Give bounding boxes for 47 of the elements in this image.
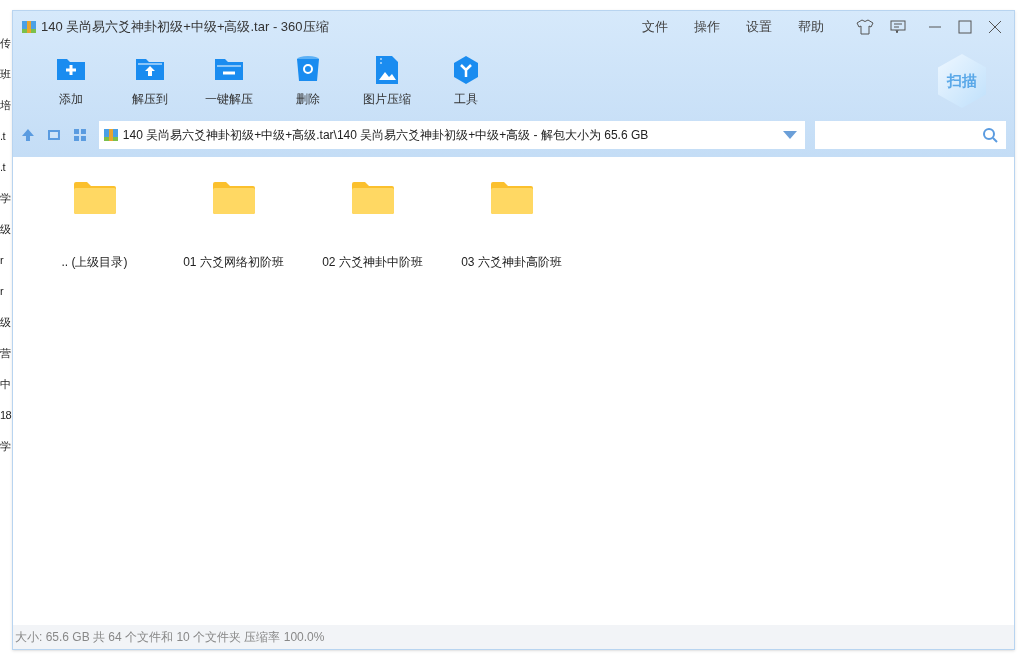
background-text: 级 xyxy=(0,222,12,237)
folder-item[interactable]: 01 六爻网络初阶班 xyxy=(164,181,303,271)
background-text: 18 xyxy=(0,408,12,423)
dropdown-caret-icon[interactable] xyxy=(782,131,797,139)
background-text: 培 xyxy=(0,98,12,113)
folder-item[interactable]: 02 六爻神卦中阶班 xyxy=(303,181,442,271)
folder-item[interactable]: 03 六爻神卦高阶班 xyxy=(442,181,581,271)
background-text: .t xyxy=(0,129,7,144)
menu-item[interactable]: 帮助 xyxy=(798,17,824,37)
background-text: 营 xyxy=(0,346,12,361)
background-text: 班 xyxy=(0,67,12,82)
up-arrow-icon[interactable] xyxy=(21,128,35,142)
background-text: 学 xyxy=(0,191,12,206)
status-bar: 大小: 65.6 GB 共 64 个文件和 10 个文件夹 压缩率 100.0% xyxy=(13,625,1014,649)
close-icon[interactable] xyxy=(988,20,1002,34)
folder-icon xyxy=(489,181,534,215)
folder-icon xyxy=(72,181,117,215)
toolbar-button[interactable]: 工具 xyxy=(426,54,505,108)
detail-view-icon[interactable] xyxy=(46,128,61,142)
background-text: r xyxy=(0,253,5,268)
folder-icon xyxy=(211,181,256,215)
background-text: 传 xyxy=(0,36,12,51)
toolbar-button[interactable]: 添加 xyxy=(31,54,110,108)
menu-item[interactable]: 操作 xyxy=(694,17,720,37)
toolbar-button[interactable]: 解压到 xyxy=(110,54,189,108)
menu-item[interactable]: 文件 xyxy=(642,17,668,37)
background-text: 学 xyxy=(0,439,12,454)
toolbar-button[interactable]: 删除 xyxy=(268,54,347,108)
maximize-icon[interactable] xyxy=(958,20,972,34)
folder-item[interactable]: .. (上级目录) xyxy=(25,181,164,271)
window-title: 140 吴尚易六爻神卦初级+中级+高级.tar - 360压缩 xyxy=(41,18,329,37)
background-text: .t xyxy=(0,160,7,175)
background-text: 中 xyxy=(0,377,12,392)
search-icon[interactable] xyxy=(982,127,998,143)
toolbar-button[interactable]: 图片压缩 xyxy=(347,54,426,108)
toolbar-button[interactable]: 一键解压 xyxy=(189,54,268,108)
address-field[interactable]: 140 吴尚易六爻神卦初级+中级+高级.tar\140 吴尚易六爻神卦初级+中级+高级 - 解包大小为 65.6 GB xyxy=(98,121,805,149)
feedback-icon[interactable] xyxy=(890,20,906,34)
archive-icon xyxy=(21,19,37,35)
folder-icon xyxy=(350,181,395,215)
search-field[interactable] xyxy=(814,121,1006,149)
background-text: r xyxy=(0,284,5,299)
grid-view-icon[interactable] xyxy=(72,128,87,142)
shirt-icon[interactable] xyxy=(856,19,874,35)
archive-icon xyxy=(102,127,119,143)
background-text: 级 xyxy=(0,315,12,330)
menu-item[interactable]: 设置 xyxy=(746,17,772,37)
